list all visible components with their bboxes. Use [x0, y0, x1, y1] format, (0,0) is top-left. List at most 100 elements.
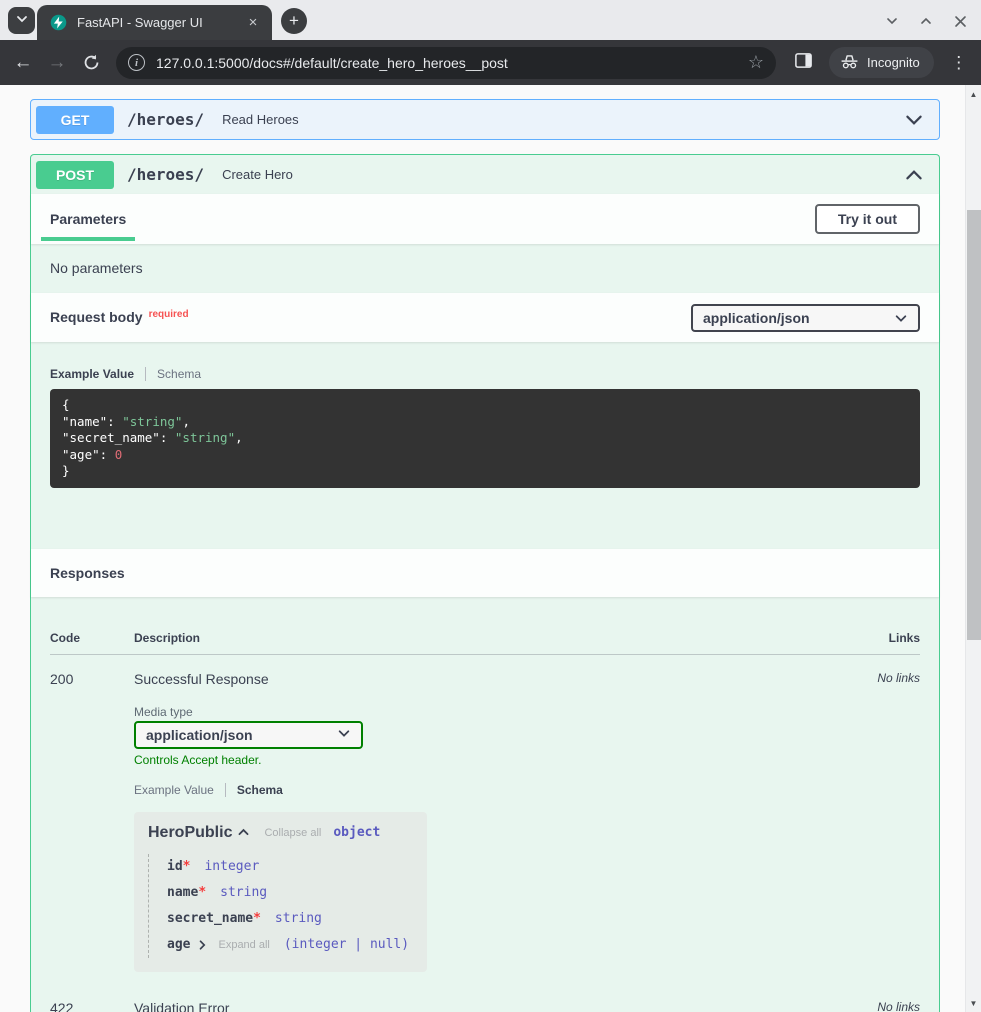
model-title[interactable]: HeroPublic: [148, 824, 232, 842]
request-media-type-select[interactable]: application/json: [691, 304, 920, 332]
new-tab-button[interactable]: +: [281, 8, 307, 34]
model-collapse-chevron-up-icon[interactable]: [237, 826, 250, 839]
tab-search-button[interactable]: [8, 7, 35, 34]
request-media-type-value: application/json: [703, 310, 810, 326]
request-body-title: Request body: [50, 309, 143, 325]
active-tab-underline: [41, 237, 135, 241]
chevron-down-icon: [16, 12, 28, 30]
tab-example-value[interactable]: Example Value: [134, 783, 214, 797]
browser-titlebar: FastAPI - Swagger UI × +: [0, 0, 981, 40]
tab-schema[interactable]: Schema: [157, 367, 201, 381]
parameters-title: Parameters: [50, 211, 126, 227]
fastapi-favicon-icon: [50, 14, 67, 31]
get-summary: Read Heroes: [222, 112, 299, 127]
accept-media-type-value: application/json: [146, 727, 253, 743]
property-type: string: [275, 911, 322, 926]
responses-section-header: Responses: [31, 549, 939, 597]
page-scrollbar[interactable]: ▲ ▼: [965, 85, 981, 1012]
browser-menu-icon[interactable]: ⋮: [948, 53, 970, 73]
tab-separator: [225, 783, 226, 797]
site-info-icon[interactable]: i: [128, 54, 145, 71]
url-text[interactable]: 127.0.0.1:5000/docs#/default/create_hero…: [156, 55, 748, 71]
response-422-description: Validation Error: [134, 1000, 820, 1012]
responses-content: Code Description Links 200 Successful Re…: [31, 631, 939, 1012]
response-code-200: 200: [50, 671, 134, 972]
model-properties: id* integer name* string secret_name* st…: [148, 854, 413, 958]
tab-separator: [145, 367, 146, 381]
required-star: *: [198, 885, 206, 900]
parameters-section-header: Parameters Try it out: [31, 194, 939, 244]
expand-all-link[interactable]: Expand all: [218, 939, 269, 951]
required-label: required: [149, 309, 189, 320]
back-icon[interactable]: ←: [8, 48, 38, 78]
opblock-get-header[interactable]: GET /heroes/ Read Heroes: [31, 100, 939, 139]
request-body-content: Example Value Schema { "name": "string",…: [31, 342, 939, 549]
try-it-out-button[interactable]: Try it out: [815, 204, 920, 234]
opblock-get-heroes: GET /heroes/ Read Heroes: [30, 99, 940, 140]
side-panel-icon[interactable]: [794, 51, 813, 75]
property-name: age: [167, 937, 190, 952]
response-200-controls: Media type application/json Controls Acc…: [134, 705, 820, 972]
property-id: id* integer: [161, 854, 413, 880]
expand-chevron-down-icon[interactable]: [903, 109, 925, 131]
request-body-title-wrap: Request body required: [50, 309, 189, 327]
response-200-links: No links: [820, 671, 920, 972]
responses-table-header: Code Description Links: [50, 631, 920, 655]
minimize-icon[interactable]: [879, 8, 905, 34]
close-window-icon[interactable]: [947, 8, 973, 34]
example-code: { "name": "string", "secret_name": "stri…: [50, 389, 920, 488]
required-star: *: [183, 859, 191, 874]
maximize-icon[interactable]: [913, 8, 939, 34]
property-age: age Expand all (integer | null): [161, 932, 413, 958]
responses-title: Responses: [50, 565, 125, 581]
response-row-422: 422 Validation Error No links: [50, 984, 920, 1012]
tab-example-value[interactable]: Example Value: [50, 367, 134, 381]
response-model-tabs: Example Value Schema: [134, 783, 820, 797]
opblock-post-header[interactable]: POST /heroes/ Create Hero: [31, 155, 939, 194]
browser-tab[interactable]: FastAPI - Swagger UI ×: [37, 5, 272, 40]
heropublic-model: HeroPublic Collapse all object id*: [134, 812, 427, 972]
opblock-post-heroes: POST /heroes/ Create Hero Parameters Try…: [30, 154, 940, 1012]
required-star: *: [253, 911, 261, 926]
accept-media-type-select[interactable]: application/json: [134, 721, 363, 749]
select-chevron-down-icon: [337, 726, 351, 743]
scroll-up-icon[interactable]: ▲: [966, 87, 981, 101]
media-type-label: Media type: [134, 705, 820, 719]
collapse-all-link[interactable]: Collapse all: [264, 827, 321, 839]
tab-schema[interactable]: Schema: [237, 783, 283, 797]
no-parameters-text: No parameters: [50, 260, 143, 276]
get-method-badge: GET: [36, 106, 114, 134]
model-type: object: [333, 825, 380, 840]
property-secret-name: secret_name* string: [161, 906, 413, 932]
tab-parameters: Parameters: [41, 194, 135, 244]
reload-icon[interactable]: [76, 48, 106, 78]
response-200-description: Successful Response: [134, 671, 820, 687]
property-type: (integer | null): [284, 937, 409, 952]
post-method-badge: POST: [36, 161, 114, 189]
response-code-422: 422: [50, 1000, 134, 1012]
request-body-section-header: Request body required application/json: [31, 293, 939, 342]
forward-icon: →: [42, 48, 72, 78]
response-row-200: 200 Successful Response Media type appli…: [50, 655, 920, 972]
swagger-page: GET /heroes/ Read Heroes POST /heroes/ C…: [0, 85, 965, 1012]
controls-accept-note: Controls Accept header.: [134, 753, 820, 767]
select-chevron-down-icon: [894, 311, 908, 325]
collapse-chevron-up-icon[interactable]: [903, 164, 925, 186]
model-title-row: HeroPublic Collapse all object: [148, 824, 413, 842]
property-type: integer: [204, 859, 259, 874]
response-422-links: No links: [820, 1000, 920, 1012]
column-links: Links: [820, 631, 920, 645]
get-path: /heroes/: [127, 110, 204, 129]
browser-toolbar: ← → i 127.0.0.1:5000/docs#/default/creat…: [0, 40, 981, 85]
post-path: /heroes/: [127, 165, 204, 184]
window-controls: [879, 8, 973, 34]
bookmark-star-icon[interactable]: ☆: [748, 52, 764, 73]
incognito-badge: Incognito: [829, 47, 934, 78]
response-200-description-cell: Successful Response Media type applicati…: [134, 671, 820, 972]
address-bar[interactable]: i 127.0.0.1:5000/docs#/default/create_he…: [116, 47, 776, 79]
scroll-down-icon[interactable]: ▼: [966, 996, 981, 1010]
close-tab-icon[interactable]: ×: [244, 14, 262, 32]
expand-chevron-right-icon[interactable]: [196, 939, 208, 951]
incognito-spy-icon: [840, 53, 859, 73]
scrollbar-thumb[interactable]: [967, 210, 981, 640]
